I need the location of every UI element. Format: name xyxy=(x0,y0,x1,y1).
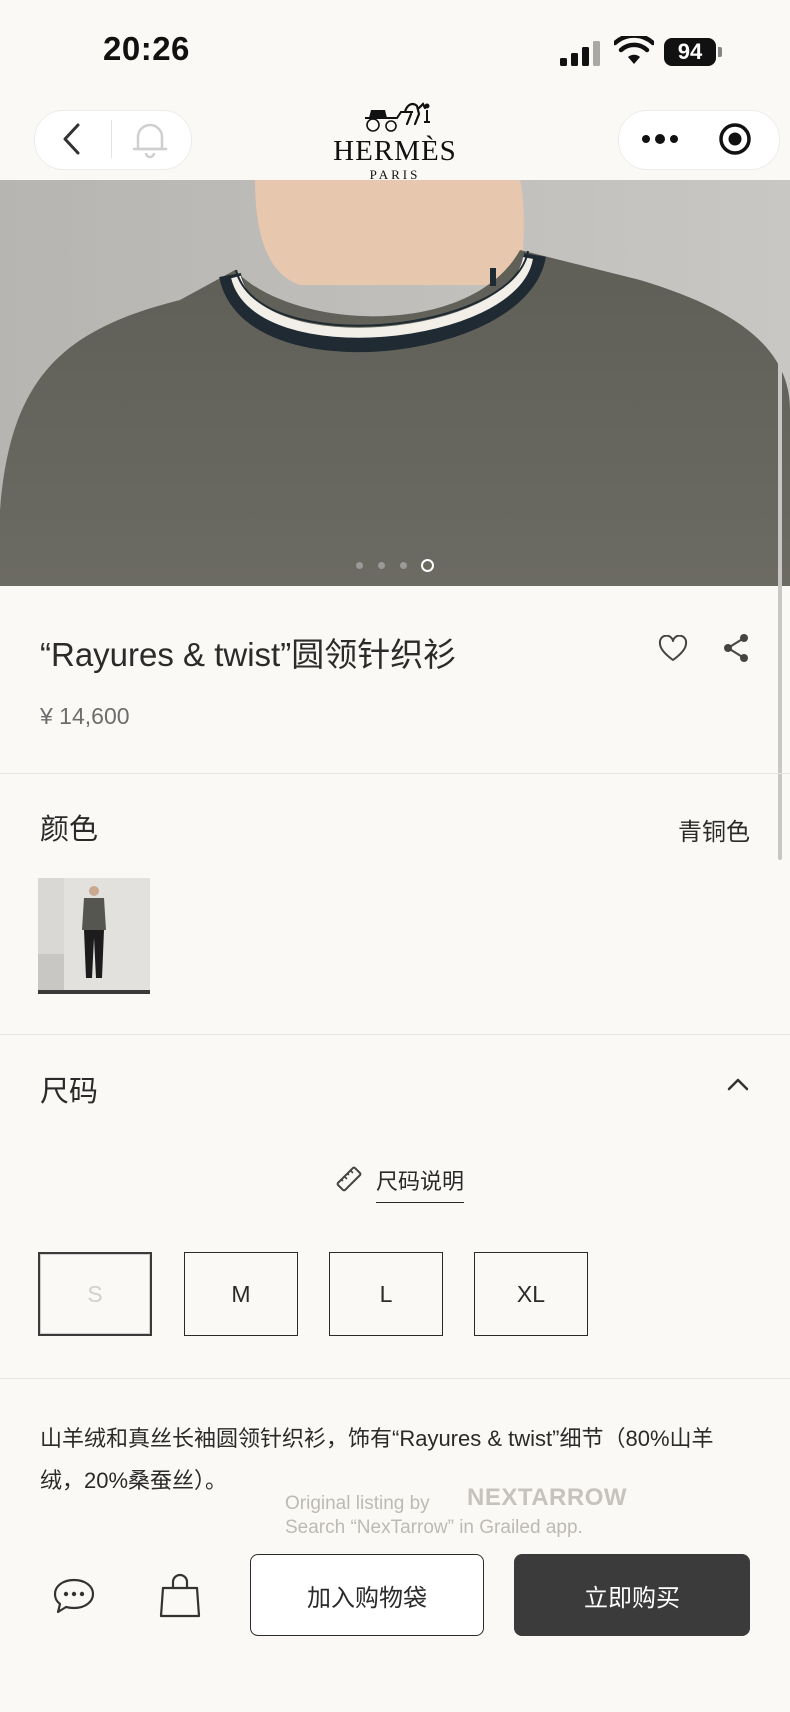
watermark-line2: Search “NexTarrow” in Grailed app. xyxy=(285,1517,583,1538)
shopping-bag-icon[interactable] xyxy=(158,1572,202,1618)
product-price: ¥ 14,600 xyxy=(40,703,130,729)
product-image-carousel[interactable] xyxy=(0,180,790,586)
section-divider xyxy=(0,1034,790,1035)
carousel-dot[interactable] xyxy=(400,562,407,569)
product-photo xyxy=(0,180,790,586)
close-miniprogram-icon[interactable] xyxy=(718,122,752,156)
size-guide-label: 尺码说明 xyxy=(376,1164,465,1203)
size-option-l[interactable]: L xyxy=(329,1252,443,1336)
color-swatch[interactable] xyxy=(38,878,150,994)
battery-indicator: 94 xyxy=(664,38,716,66)
color-swatch-thumbnail xyxy=(38,878,150,994)
section-divider xyxy=(0,1378,790,1379)
watermark: Original listing by NEXTARROW Search “Ne… xyxy=(285,1486,627,1540)
battery-tip xyxy=(718,47,722,57)
carriage-logo-icon xyxy=(365,102,430,132)
watermark-brand: NEXTARROW xyxy=(467,1484,628,1511)
ruler-icon xyxy=(336,1166,362,1192)
brand-logo: HERMÈS PARIS xyxy=(320,100,470,182)
page-scrollbar[interactable] xyxy=(778,320,782,860)
size-option-xl[interactable]: XL xyxy=(474,1252,588,1336)
size-option-s[interactable]: S xyxy=(38,1252,152,1336)
add-to-bag-button[interactable]: 加入购物袋 xyxy=(250,1554,484,1636)
size-section-label: 尺码 xyxy=(40,1076,99,1108)
product-description: 山羊绒和真丝长袖圆领针织衫，饰有“Rayures & twist”细节（80%山… xyxy=(40,1426,714,1493)
carousel-pagination[interactable] xyxy=(356,559,436,573)
color-section-label: 颜色 xyxy=(40,814,99,846)
more-options-icon[interactable] xyxy=(640,126,680,152)
nav-divider xyxy=(111,120,112,158)
carousel-dot-active[interactable] xyxy=(421,559,434,572)
carousel-dot[interactable] xyxy=(378,562,385,569)
chevron-up-icon[interactable] xyxy=(726,1076,750,1092)
status-time: 20:26 xyxy=(103,30,190,67)
chat-icon[interactable] xyxy=(52,1576,96,1616)
share-icon[interactable] xyxy=(722,633,750,663)
bell-icon[interactable] xyxy=(130,119,170,159)
wifi-icon xyxy=(614,36,654,64)
size-option-m[interactable]: M xyxy=(184,1252,298,1336)
selected-color-value: 青铜色 xyxy=(678,819,750,846)
product-title: “Rayures & twist”圆领针织衫 xyxy=(40,636,457,673)
buy-now-button[interactable]: 立即购买 xyxy=(514,1554,750,1636)
carousel-dot[interactable] xyxy=(356,562,363,569)
brand-name: HERMÈS xyxy=(333,135,457,167)
section-divider xyxy=(0,773,790,774)
favorite-heart-icon[interactable] xyxy=(658,635,688,663)
back-icon[interactable] xyxy=(58,121,86,157)
cellular-signal-icon xyxy=(560,40,602,66)
